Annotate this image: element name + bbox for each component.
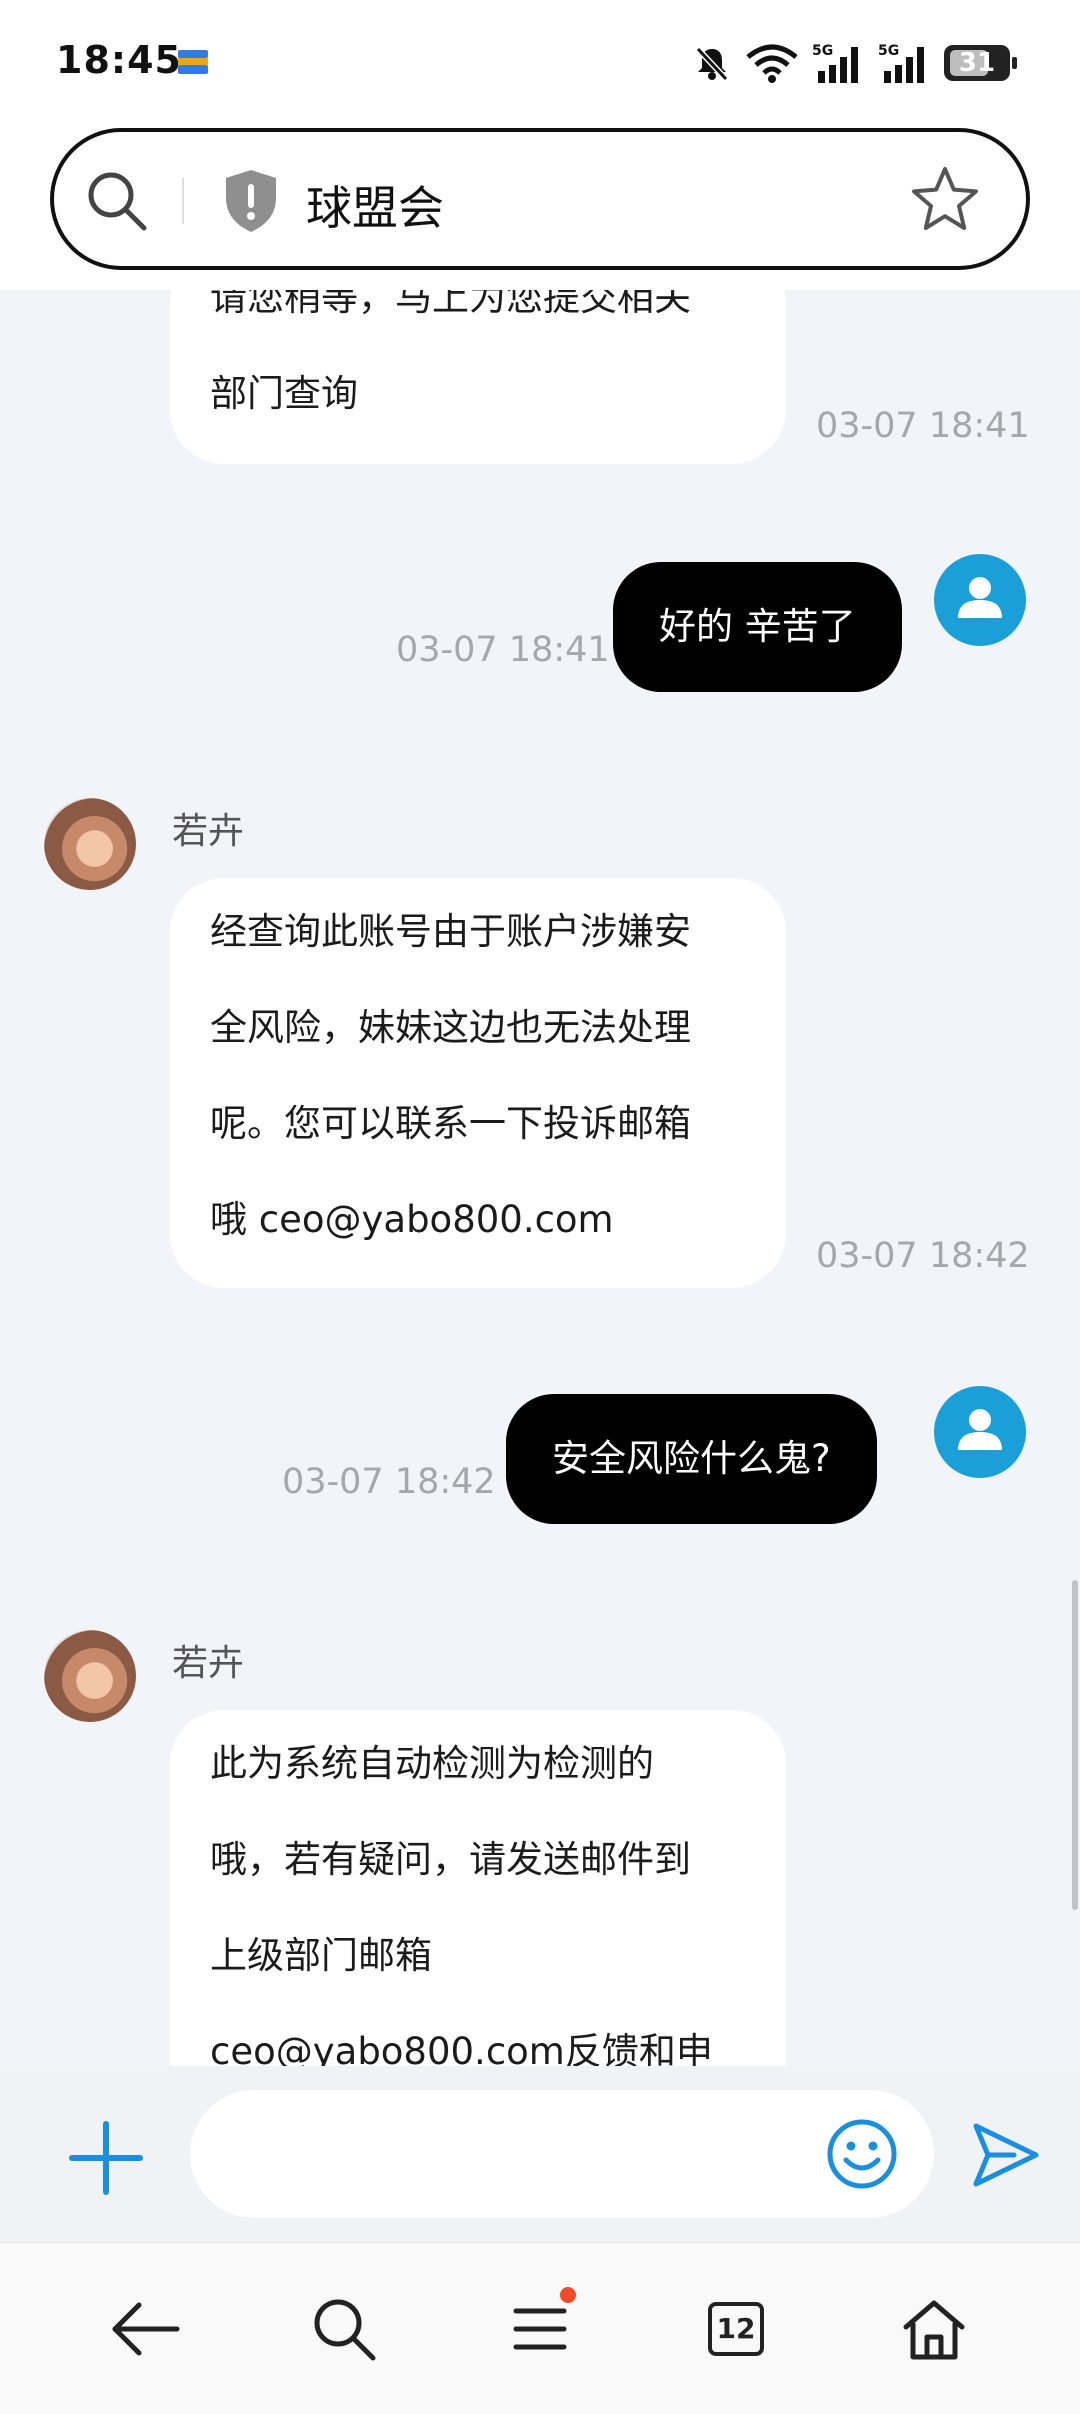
agent-avatar[interactable] — [44, 798, 136, 890]
plus-icon[interactable] — [66, 2118, 146, 2198]
tabs-button[interactable]: 12 — [688, 2281, 784, 2377]
menu-icon — [513, 2308, 567, 2350]
user-avatar-icon — [958, 577, 1002, 618]
message-text: 呢。您可以联系一下投诉邮箱 — [210, 1102, 691, 1145]
user-avatar[interactable] — [934, 1386, 1026, 1478]
shield-icon[interactable] — [222, 168, 280, 234]
sender-name: 若卉 — [172, 1643, 245, 1684]
user-avatar-icon — [958, 1409, 1002, 1450]
battery-level: 31 — [958, 48, 996, 78]
chat-messages[interactable]: 请您稍等，马上为您提交相关 部门查询 03-07 18:41 好的 辛苦了 03… — [0, 290, 1080, 2066]
status-time: 18:45 — [56, 38, 182, 82]
message-timestamp: 03-07 18:41 — [816, 406, 1030, 446]
send-icon[interactable] — [970, 2120, 1042, 2190]
message-text: ceo@yabo800.com反馈和申 — [210, 2030, 713, 2066]
page-title[interactable]: 球盟会 — [306, 172, 444, 238]
home-icon — [903, 2300, 965, 2360]
app-notification-icon — [178, 50, 208, 74]
menu-button[interactable] — [492, 2281, 588, 2377]
message-timestamp: 03-07 18:42 — [282, 1462, 496, 1502]
message-text: 全风险，妹妹这边也无法处理 — [210, 1006, 691, 1049]
incoming-message-bubble: 请您稍等，马上为您提交相关 部门查询 — [170, 290, 786, 464]
user-avatar[interactable] — [934, 554, 1026, 646]
message-text: 安全风险什么鬼? — [552, 1437, 831, 1480]
tabs-icon: 12 — [708, 2302, 764, 2356]
incoming-message-bubble: 经查询此账号由于账户涉嫌安 全风险，妹妹这边也无法处理 呢。您可以联系一下投诉邮… — [170, 878, 786, 1288]
message-composer — [0, 2066, 1080, 2242]
mute-icon — [695, 46, 729, 82]
agent-avatar[interactable] — [44, 1630, 136, 1722]
sender-name: 若卉 — [172, 811, 245, 852]
message-text: 好的 辛苦了 — [659, 605, 856, 648]
message-input[interactable] — [190, 2090, 934, 2218]
message-timestamp: 03-07 18:41 — [396, 630, 610, 670]
wifi-icon — [746, 44, 798, 83]
svg-text:5G: 5G — [878, 43, 899, 59]
outgoing-message-bubble: 好的 辛苦了 — [613, 562, 902, 692]
message-text: 此为系统自动检测为检测的 — [210, 1742, 654, 1785]
message-text: 哦，若有疑问，请发送邮件到 — [210, 1838, 691, 1881]
home-button[interactable] — [886, 2281, 982, 2377]
signal-icon: 5G — [878, 43, 924, 83]
star-icon[interactable] — [910, 164, 980, 234]
message-text: 请您稍等，马上为您提交相关 — [210, 290, 691, 319]
battery-indicator: 31 — [944, 45, 1017, 81]
back-button[interactable] — [98, 2281, 194, 2377]
back-icon — [112, 2302, 180, 2356]
outgoing-message-bubble: 安全风险什么鬼? — [506, 1394, 877, 1524]
incoming-message-bubble: 此为系统自动检测为检测的 哦，若有疑问，请发送邮件到 上级部门邮箱 ceo@ya… — [170, 1710, 786, 2066]
message-timestamp: 03-07 18:42 — [816, 1236, 1030, 1276]
message-text: 经查询此账号由于账户涉嫌安 — [210, 910, 691, 953]
message-text: 哦 ceo@yabo800.com — [210, 1198, 614, 1241]
emoji-icon[interactable] — [824, 2116, 900, 2192]
message-text: 上级部门邮箱 — [210, 1934, 432, 1977]
search-icon[interactable] — [84, 168, 150, 234]
svg-text:5G: 5G — [812, 43, 833, 59]
message-text: 部门查询 — [210, 372, 358, 415]
address-bar[interactable]: 球盟会 — [50, 128, 1030, 270]
status-icons: 5G 5G 31 — [692, 38, 1017, 88]
chat-scrollbar[interactable] — [1072, 1580, 1078, 1910]
signal-icon: 5G — [812, 43, 858, 83]
address-divider — [182, 178, 184, 224]
status-bar: 18:45 5G 5G 31 — [0, 0, 1080, 126]
notification-dot — [560, 2287, 576, 2303]
search-button[interactable] — [296, 2281, 392, 2377]
browser-bottom-nav: 12 — [0, 2242, 1080, 2414]
search-icon — [314, 2299, 376, 2361]
